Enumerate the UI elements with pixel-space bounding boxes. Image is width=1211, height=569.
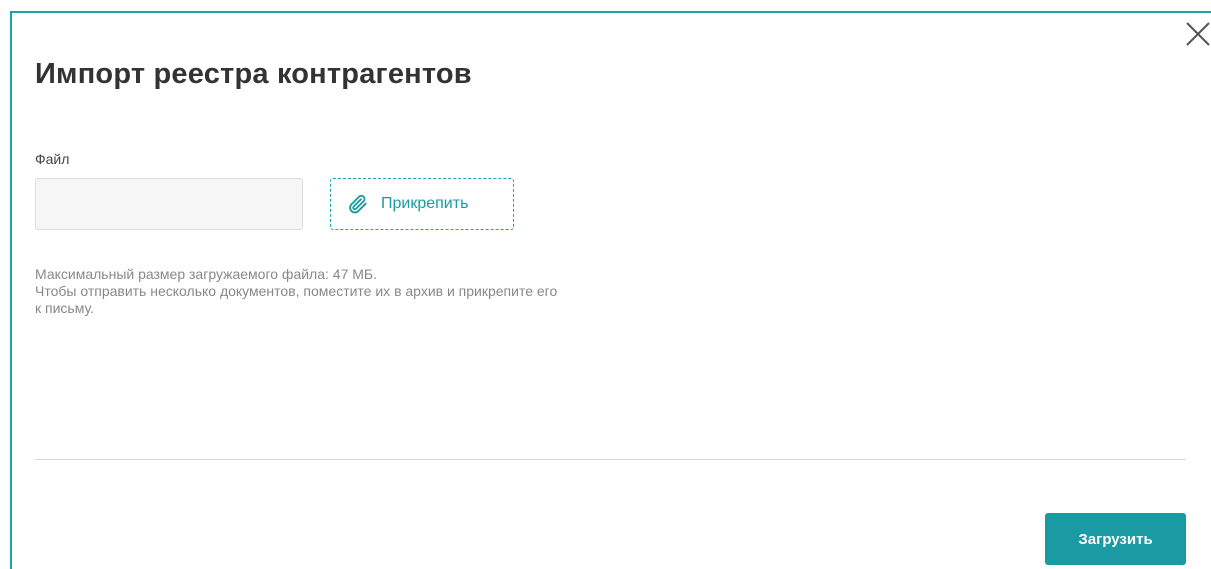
close-icon[interactable]: [1184, 20, 1211, 48]
file-field-label: Файл: [35, 151, 70, 167]
dialog-title: Импорт реестра контрагентов: [35, 58, 472, 90]
hint-line-max-size: Максимальный размер загружаемого файла: …: [35, 266, 377, 282]
file-input[interactable]: [35, 178, 303, 230]
paperclip-icon: [347, 193, 369, 215]
upload-button[interactable]: Загрузить: [1045, 513, 1186, 565]
hint-line-letter: к письму.: [35, 300, 94, 316]
attach-button-label: Прикрепить: [381, 195, 469, 212]
close-button[interactable]: [1184, 20, 1211, 48]
footer-divider: [35, 459, 1186, 460]
hint-line-archive: Чтобы отправить несколько документов, по…: [35, 283, 558, 299]
import-dialog: Импорт реестра контрагентов Файл Прикреп…: [10, 11, 1211, 569]
attach-button[interactable]: Прикрепить: [330, 178, 514, 230]
upload-hint: Максимальный размер загружаемого файла: …: [35, 266, 695, 317]
